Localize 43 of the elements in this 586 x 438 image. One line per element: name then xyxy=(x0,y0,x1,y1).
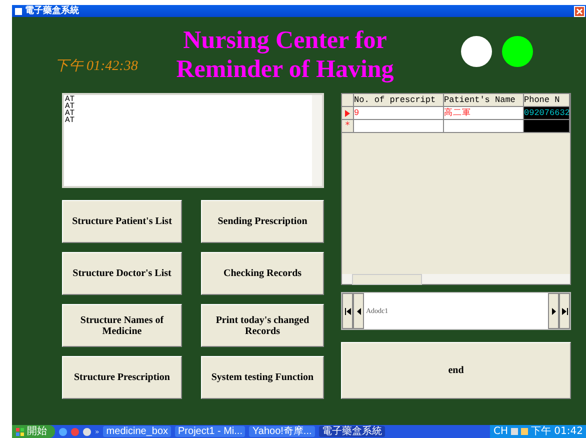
start-button[interactable]: 開始 xyxy=(12,425,55,438)
data-grid[interactable]: No. of prescript Patient's Name Phone N 9 高二軍 092076632 * xyxy=(341,93,571,285)
close-button[interactable] xyxy=(574,6,585,16)
app-heading: Nursing Center for Reminder of Having xyxy=(175,26,395,84)
last-record-button[interactable] xyxy=(559,293,570,329)
close-icon xyxy=(576,8,583,14)
menu-button[interactable]: Structure Prescription xyxy=(62,356,182,399)
window-title: 電子藥盒系統 xyxy=(25,5,80,17)
next-record-button[interactable] xyxy=(548,293,559,329)
new-row-marker: * xyxy=(342,120,354,133)
end-button[interactable]: end xyxy=(341,342,571,399)
column-header[interactable]: Patient's Name xyxy=(444,94,524,107)
windows-logo-icon xyxy=(16,428,24,436)
language-indicator[interactable]: CH xyxy=(493,425,508,438)
menu-button[interactable]: Structure Doctor's List xyxy=(62,252,182,295)
menu-button[interactable]: Checking Records xyxy=(201,252,324,295)
menu-button[interactable]: Structure Names of Medicine xyxy=(62,304,182,347)
taskbar-button[interactable]: 電子藥盒系統 xyxy=(318,426,385,437)
menu-button[interactable]: Print today's changed Records xyxy=(201,304,324,347)
taskbar-button[interactable]: Yahoo!奇摩... xyxy=(249,426,315,437)
vertical-scrollbar[interactable] xyxy=(312,95,322,186)
clock-label: 下午 01:42:38 xyxy=(55,58,139,75)
first-record-button[interactable] xyxy=(342,293,353,329)
first-icon xyxy=(344,308,350,314)
left-triangle-icon xyxy=(356,308,360,314)
last-icon xyxy=(562,308,568,314)
taskbar-button[interactable]: medicine_box xyxy=(103,426,172,437)
tray-clock: 下午 01:42 xyxy=(531,425,583,438)
table-cell: 9 xyxy=(354,107,444,120)
column-header[interactable]: Phone N xyxy=(524,94,570,107)
menu-button[interactable]: Sending Prescription xyxy=(201,200,324,243)
horizontal-scrollbar[interactable] xyxy=(342,274,570,284)
log-text-area[interactable]: AT AT AT AT xyxy=(62,93,324,188)
table-cell: 092076632 xyxy=(524,107,570,120)
table-cell: 高二軍 xyxy=(444,107,524,120)
column-header[interactable]: No. of prescript xyxy=(354,94,444,107)
current-row-icon xyxy=(345,110,350,116)
app-icon xyxy=(15,8,22,14)
previous-record-button[interactable] xyxy=(353,293,364,329)
menu-button[interactable]: Structure Patient's List xyxy=(62,200,182,243)
right-triangle-icon xyxy=(552,308,556,314)
menu-button[interactable]: System testing Function xyxy=(201,356,324,399)
taskbar-button[interactable]: Project1 - Mi... xyxy=(175,426,246,437)
